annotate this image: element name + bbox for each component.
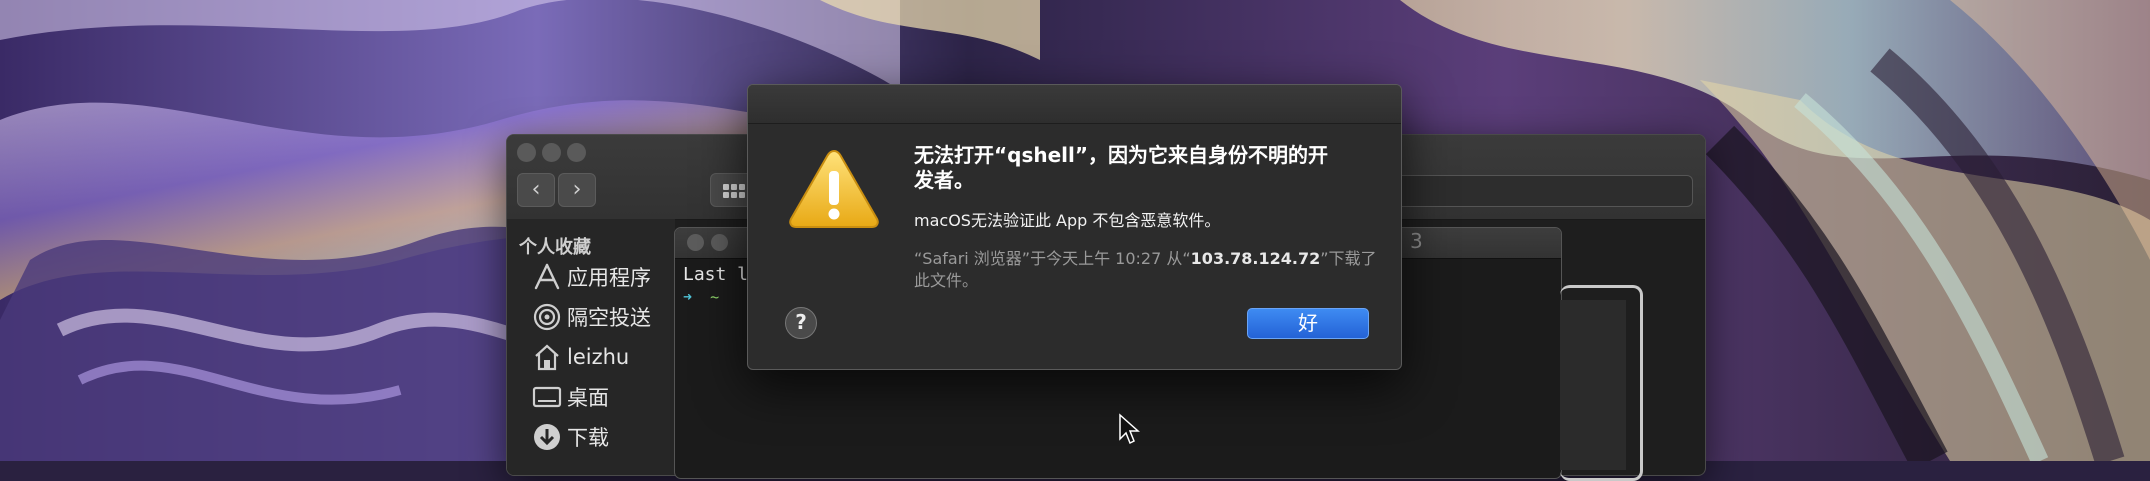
airdrop-icon xyxy=(531,301,563,333)
sidebar-section-favorites: 个人收藏 xyxy=(519,237,591,258)
sidebar-item-downloads[interactable]: 下载 xyxy=(531,421,609,453)
sidebar-item-airdrop[interactable]: 隔空投送 xyxy=(531,301,651,333)
info-host: 103.78.124.72 xyxy=(1190,249,1321,268)
alert-download-info: “Safari 浏览器”于今天上午 10:27 从“103.78.124.72”… xyxy=(914,248,1384,292)
sidebar-item-home[interactable]: leizhu xyxy=(531,341,629,373)
terminal-close-button[interactable] xyxy=(687,234,704,251)
mouse-pointer-icon xyxy=(1118,413,1140,449)
terminal-last-login-line: Last l xyxy=(683,264,749,285)
chevron-right-icon: › xyxy=(572,177,582,202)
sidebar-item-label: leizhu xyxy=(567,345,630,369)
home-icon xyxy=(531,341,563,373)
alert-message: macOS无法验证此 App 不包含恶意软件。 xyxy=(914,211,1221,230)
warning-icon xyxy=(788,147,880,235)
back-button[interactable]: ‹ xyxy=(517,173,555,207)
alert-title: 无法打开“qshell”，因为它来自身份不明的开发者。 xyxy=(914,143,1329,192)
forward-button[interactable]: › xyxy=(558,173,596,207)
terminal-minimize-button[interactable] xyxy=(711,234,728,251)
finder-minimize-button[interactable] xyxy=(542,143,561,162)
terminal-title-suffix: 3 xyxy=(1410,229,1423,253)
prompt-directory: ~ xyxy=(710,288,720,306)
alert-titlebar xyxy=(748,85,1401,124)
finder-zoom-button[interactable] xyxy=(567,143,586,162)
unidentified-developer-alert: 无法打开“qshell”，因为它来自身份不明的开发者。 macOS无法验证此 A… xyxy=(747,84,1402,370)
sidebar-item-label: 应用程序 xyxy=(567,266,651,290)
sidebar-item-applications[interactable]: 应用程序 xyxy=(531,261,651,293)
info-prefix: “Safari 浏览器”于今天上午 10:27 从“ xyxy=(914,249,1191,268)
help-button[interactable]: ? xyxy=(785,307,817,339)
prompt-arrow-icon: ➜ xyxy=(683,288,693,306)
sidebar-item-label: 桌面 xyxy=(567,386,609,410)
sidebar-item-desktop[interactable]: 桌面 xyxy=(531,381,609,413)
sidebar-item-label: 下载 xyxy=(567,426,609,450)
ok-button[interactable]: 好 xyxy=(1247,308,1369,339)
sidebar-item-label: 隔空投送 xyxy=(567,306,651,330)
finder-close-button[interactable] xyxy=(517,143,536,162)
applications-icon xyxy=(531,261,563,293)
chevron-left-icon: ‹ xyxy=(531,177,541,202)
desktop-icon xyxy=(531,381,563,413)
background-window-frame xyxy=(1560,285,1643,481)
downloads-icon xyxy=(531,421,563,453)
finder-search-field[interactable] xyxy=(1387,175,1693,207)
terminal-prompt[interactable]: ➜ ~ xyxy=(683,288,719,306)
finder-sidebar: 个人收藏 应用程序 隔空投送 leizhu 桌面 下载 xyxy=(507,219,675,475)
